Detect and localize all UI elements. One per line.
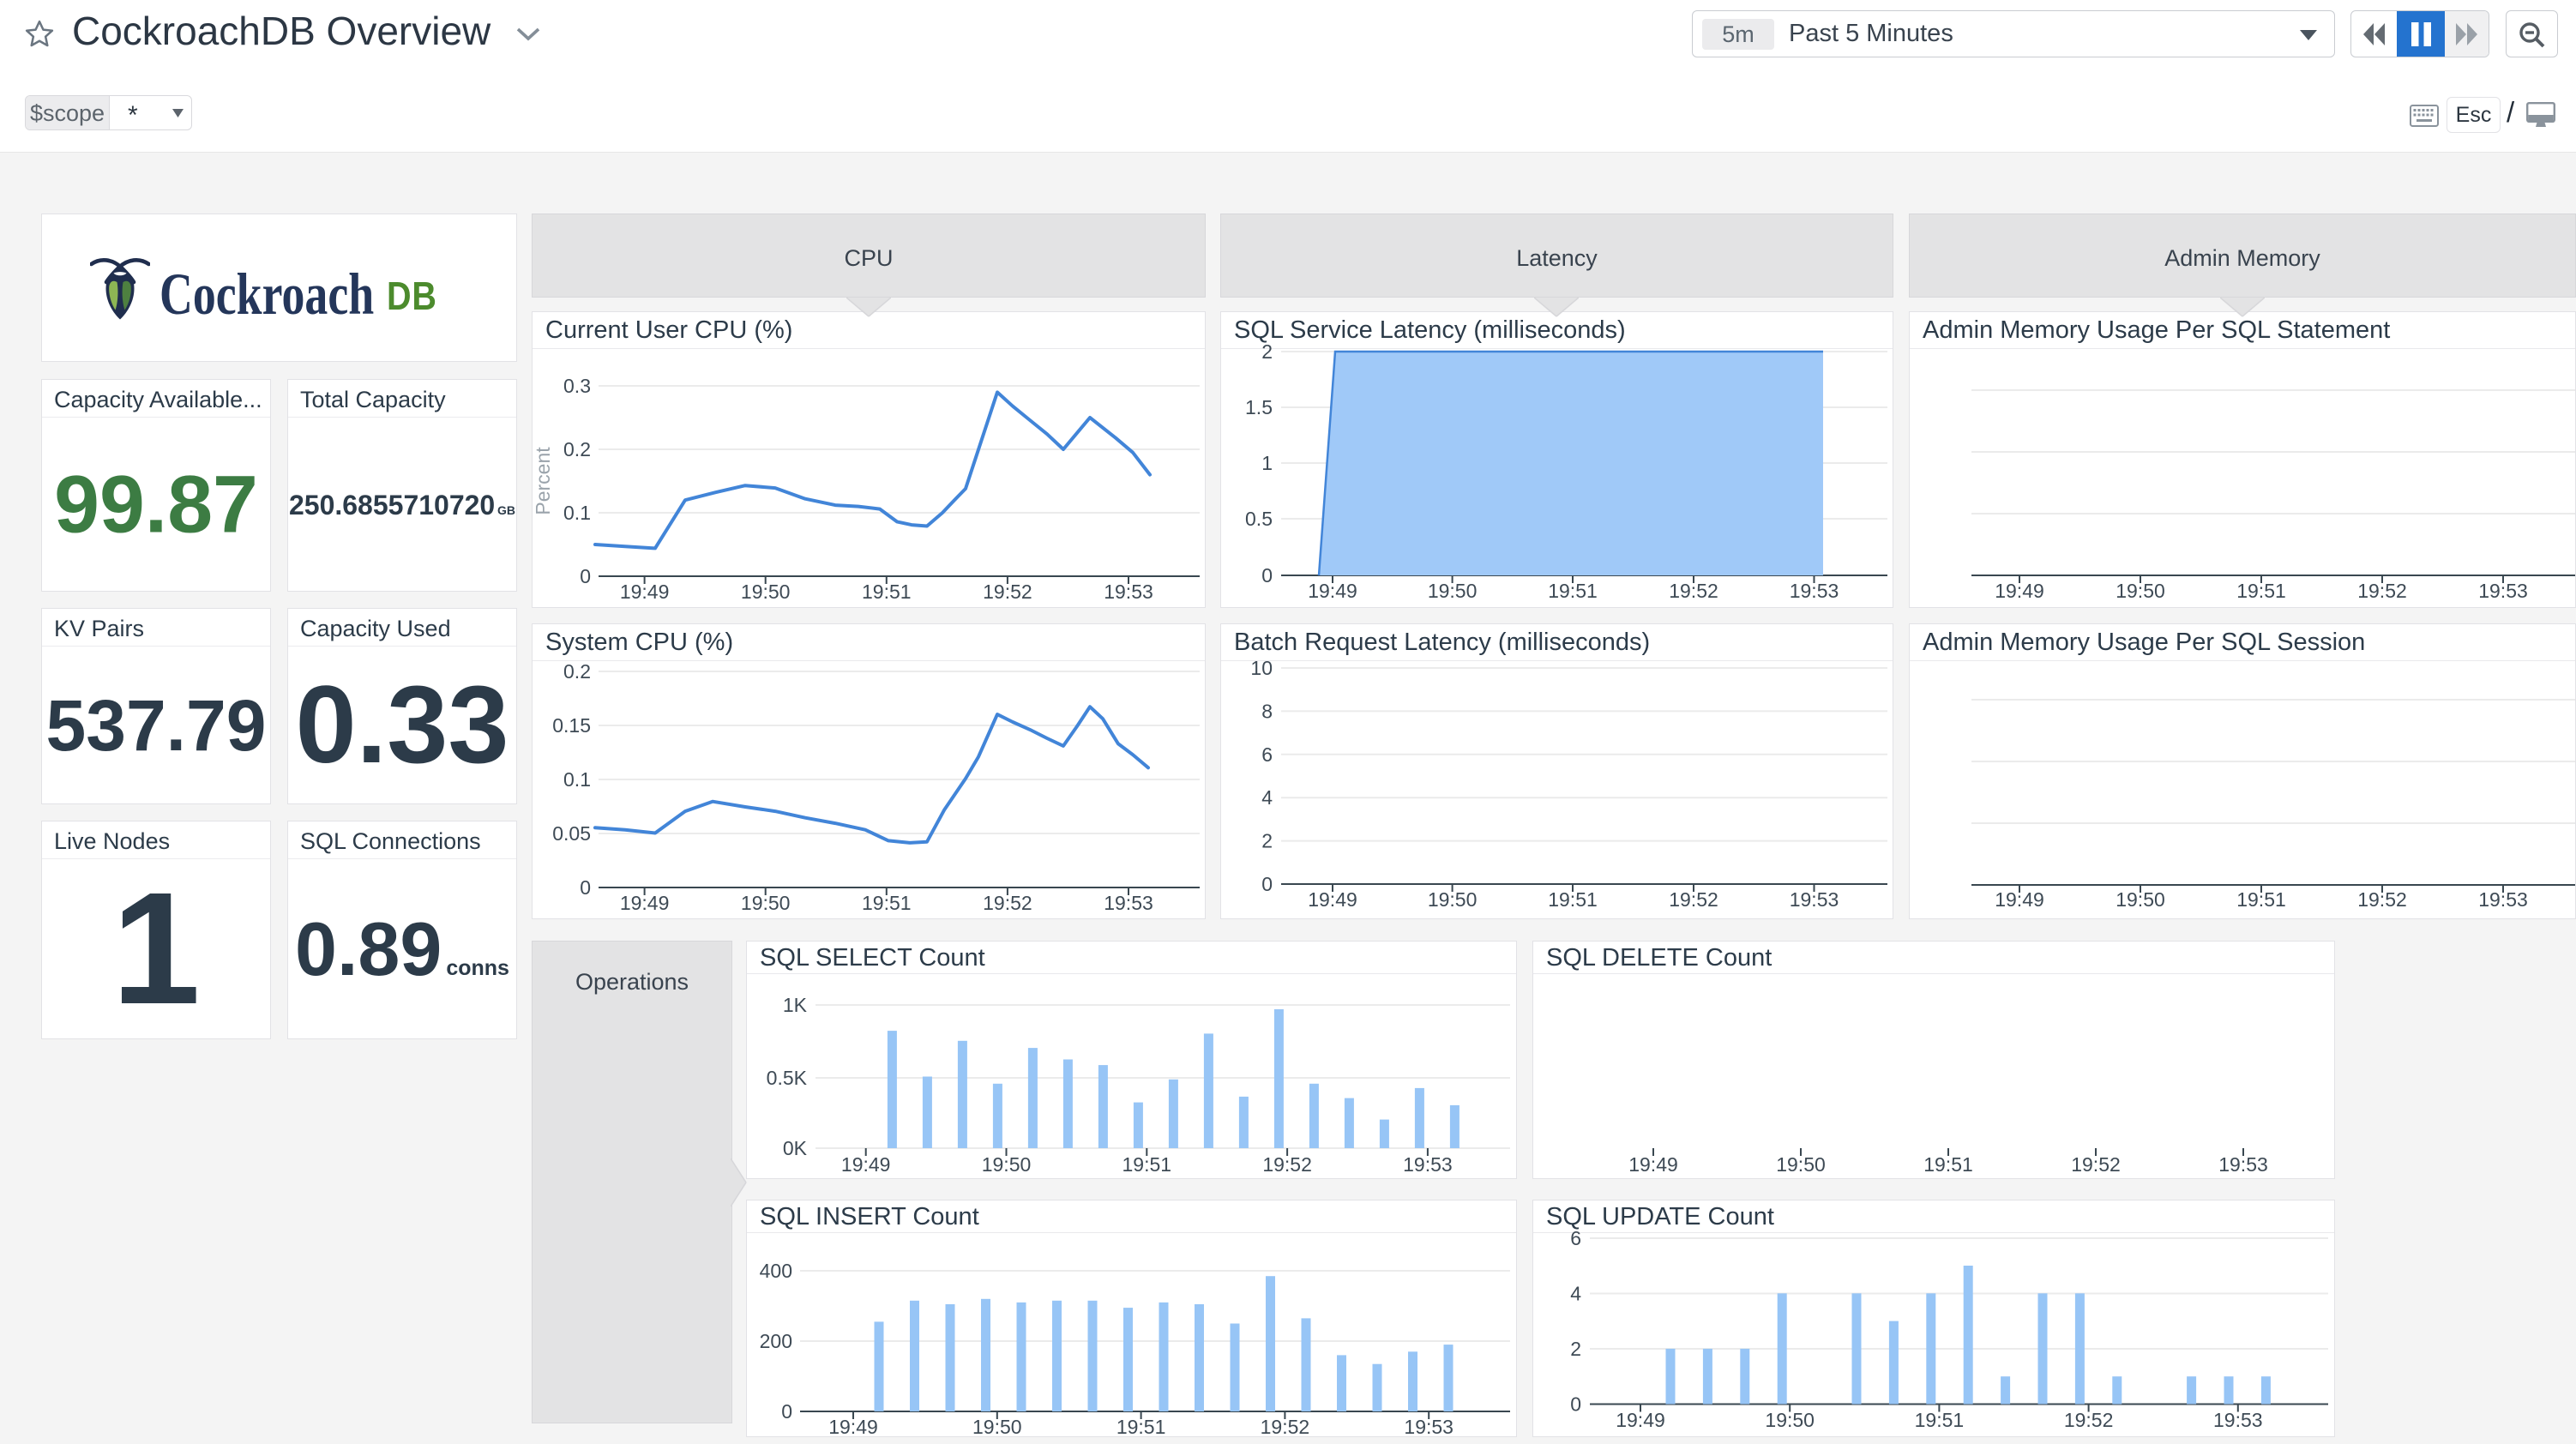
svg-text:19:51: 19:51: [1548, 580, 1598, 602]
svg-text:19:53: 19:53: [1403, 1153, 1453, 1176]
svg-text:19:49: 19:49: [828, 1416, 878, 1437]
svg-text:1.5: 1.5: [1245, 396, 1273, 418]
svg-text:19:51: 19:51: [1915, 1409, 1965, 1431]
svg-text:0: 0: [580, 565, 591, 587]
svg-text:19:52: 19:52: [1262, 1153, 1312, 1176]
svg-text:19:49: 19:49: [620, 581, 670, 603]
svg-text:19:53: 19:53: [1404, 1416, 1454, 1437]
svg-text:0: 0: [1261, 564, 1273, 587]
svg-text:19:49: 19:49: [1628, 1153, 1678, 1176]
svg-text:19:50: 19:50: [1776, 1153, 1826, 1176]
svg-text:19:52: 19:52: [2357, 580, 2407, 602]
svg-text:19:53: 19:53: [2218, 1153, 2268, 1176]
svg-text:19:52: 19:52: [1669, 888, 1718, 911]
svg-text:19:51: 19:51: [1116, 1416, 1166, 1437]
svg-text:4: 4: [1261, 786, 1273, 809]
svg-text:400: 400: [760, 1260, 792, 1282]
svg-text:2: 2: [1261, 830, 1273, 852]
svg-text:0K: 0K: [783, 1137, 808, 1159]
svg-text:19:53: 19:53: [1104, 892, 1153, 914]
svg-text:19:52: 19:52: [1669, 580, 1718, 602]
svg-text:19:50: 19:50: [2116, 888, 2165, 911]
svg-text:10: 10: [1250, 657, 1273, 679]
svg-text:19:50: 19:50: [1428, 580, 1478, 602]
svg-text:19:52: 19:52: [2064, 1409, 2114, 1431]
svg-text:19:53: 19:53: [1790, 580, 1839, 602]
svg-text:2: 2: [1570, 1338, 1581, 1360]
svg-text:19:49: 19:49: [841, 1153, 891, 1176]
svg-text:1: 1: [1261, 452, 1273, 474]
svg-text:0: 0: [1570, 1393, 1581, 1416]
svg-text:19:52: 19:52: [983, 581, 1032, 603]
svg-text:19:52: 19:52: [1261, 1416, 1310, 1437]
svg-text:0.1: 0.1: [563, 768, 591, 791]
svg-text:19:52: 19:52: [2357, 888, 2407, 911]
svg-text:0.2: 0.2: [563, 660, 591, 683]
svg-text:19:50: 19:50: [982, 1153, 1032, 1176]
svg-text:6: 6: [1570, 1227, 1581, 1249]
svg-text:0: 0: [781, 1400, 792, 1423]
svg-text:19:50: 19:50: [1428, 888, 1478, 911]
svg-text:8: 8: [1261, 700, 1273, 722]
svg-text:19:51: 19:51: [862, 581, 912, 603]
svg-text:1K: 1K: [783, 994, 808, 1016]
svg-text:19:50: 19:50: [741, 581, 791, 603]
svg-text:6: 6: [1261, 743, 1273, 766]
svg-text:19:53: 19:53: [2478, 580, 2528, 602]
svg-text:4: 4: [1570, 1283, 1581, 1305]
svg-text:19:51: 19:51: [2236, 888, 2286, 911]
svg-text:0.2: 0.2: [563, 438, 591, 460]
svg-text:19:51: 19:51: [2236, 580, 2286, 602]
svg-text:19:50: 19:50: [2116, 580, 2165, 602]
svg-text:19:53: 19:53: [2478, 888, 2528, 911]
svg-text:Percent: Percent: [533, 447, 554, 515]
svg-text:19:51: 19:51: [1548, 888, 1598, 911]
svg-text:19:50: 19:50: [972, 1416, 1022, 1437]
svg-text:19:53: 19:53: [1104, 581, 1153, 603]
svg-text:19:49: 19:49: [1995, 580, 2044, 602]
svg-text:19:51: 19:51: [862, 892, 912, 914]
svg-text:19:52: 19:52: [2071, 1153, 2121, 1176]
svg-text:19:50: 19:50: [741, 892, 791, 914]
svg-text:0.15: 0.15: [552, 714, 591, 737]
svg-text:0: 0: [580, 876, 591, 899]
svg-text:0.5K: 0.5K: [767, 1067, 808, 1089]
svg-text:19:51: 19:51: [1122, 1153, 1172, 1176]
svg-text:0.5: 0.5: [1245, 508, 1273, 530]
svg-text:0.3: 0.3: [563, 375, 591, 397]
svg-text:19:50: 19:50: [1765, 1409, 1815, 1431]
svg-text:0: 0: [1261, 873, 1273, 895]
svg-text:200: 200: [760, 1330, 792, 1352]
svg-text:19:51: 19:51: [1923, 1153, 1973, 1176]
svg-text:0.1: 0.1: [563, 502, 591, 524]
svg-text:19:53: 19:53: [1790, 888, 1839, 911]
svg-text:19:49: 19:49: [1308, 580, 1357, 602]
svg-text:19:49: 19:49: [1616, 1409, 1665, 1431]
svg-text:19:52: 19:52: [983, 892, 1032, 914]
svg-text:19:49: 19:49: [1995, 888, 2044, 911]
svg-text:19:53: 19:53: [2213, 1409, 2263, 1431]
svg-text:2: 2: [1261, 340, 1273, 363]
svg-text:19:49: 19:49: [620, 892, 670, 914]
svg-text:19:49: 19:49: [1308, 888, 1357, 911]
svg-text:0.05: 0.05: [552, 822, 591, 845]
